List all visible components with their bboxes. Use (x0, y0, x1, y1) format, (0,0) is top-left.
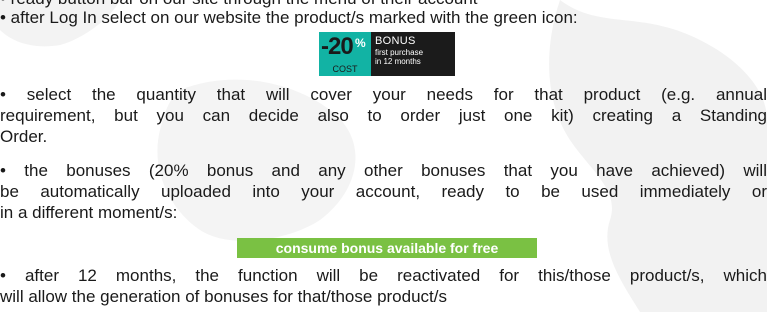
quantity-step-row: Order. (0, 127, 48, 146)
bonus-badge: -20 % COST BONUS first purchase in 12 mo… (319, 32, 455, 76)
bonus-label: BONUS (375, 35, 416, 47)
bonuses-step-row: • the bonuses (20% bonus and any other b… (0, 161, 767, 180)
discount-cost-label: COST (332, 64, 358, 74)
reactivate-step-row: • after 12 months, the function will be … (0, 266, 767, 285)
quantity-step-row: • select the quantity that will cover yo… (0, 85, 767, 104)
bonuses-step-row: in a different moment/s: (0, 203, 178, 222)
login-step-line: • after Log In select on our website the… (0, 8, 578, 27)
discount-percent: -20 (321, 33, 354, 60)
instructions: • ready button bar on our site through t… (0, 0, 767, 312)
quantity-step-paragraph: • select the quantity that will cover yo… (0, 84, 767, 147)
quantity-step-row: requirement, but you can decide also to … (0, 106, 767, 125)
bonus-sub-first: first purchase (375, 48, 424, 57)
bonus-sub-second: in 12 months (375, 57, 421, 66)
discount-percent-sign: % (355, 36, 366, 50)
consume-bonus-button[interactable]: consume bonus available for free (237, 238, 537, 258)
reactivate-step-paragraph: • after 12 months, the function will be … (0, 265, 767, 307)
bonuses-step-row: be automatically uploaded into your acco… (0, 182, 767, 201)
bonus-info-block: BONUS first purchase in 12 months (371, 32, 455, 76)
reactivate-step-row: will allow the generation of bonuses for… (0, 287, 447, 306)
bonuses-step-paragraph: • the bonuses (20% bonus and any other b… (0, 160, 767, 223)
discount-block: -20 % COST (319, 32, 371, 76)
